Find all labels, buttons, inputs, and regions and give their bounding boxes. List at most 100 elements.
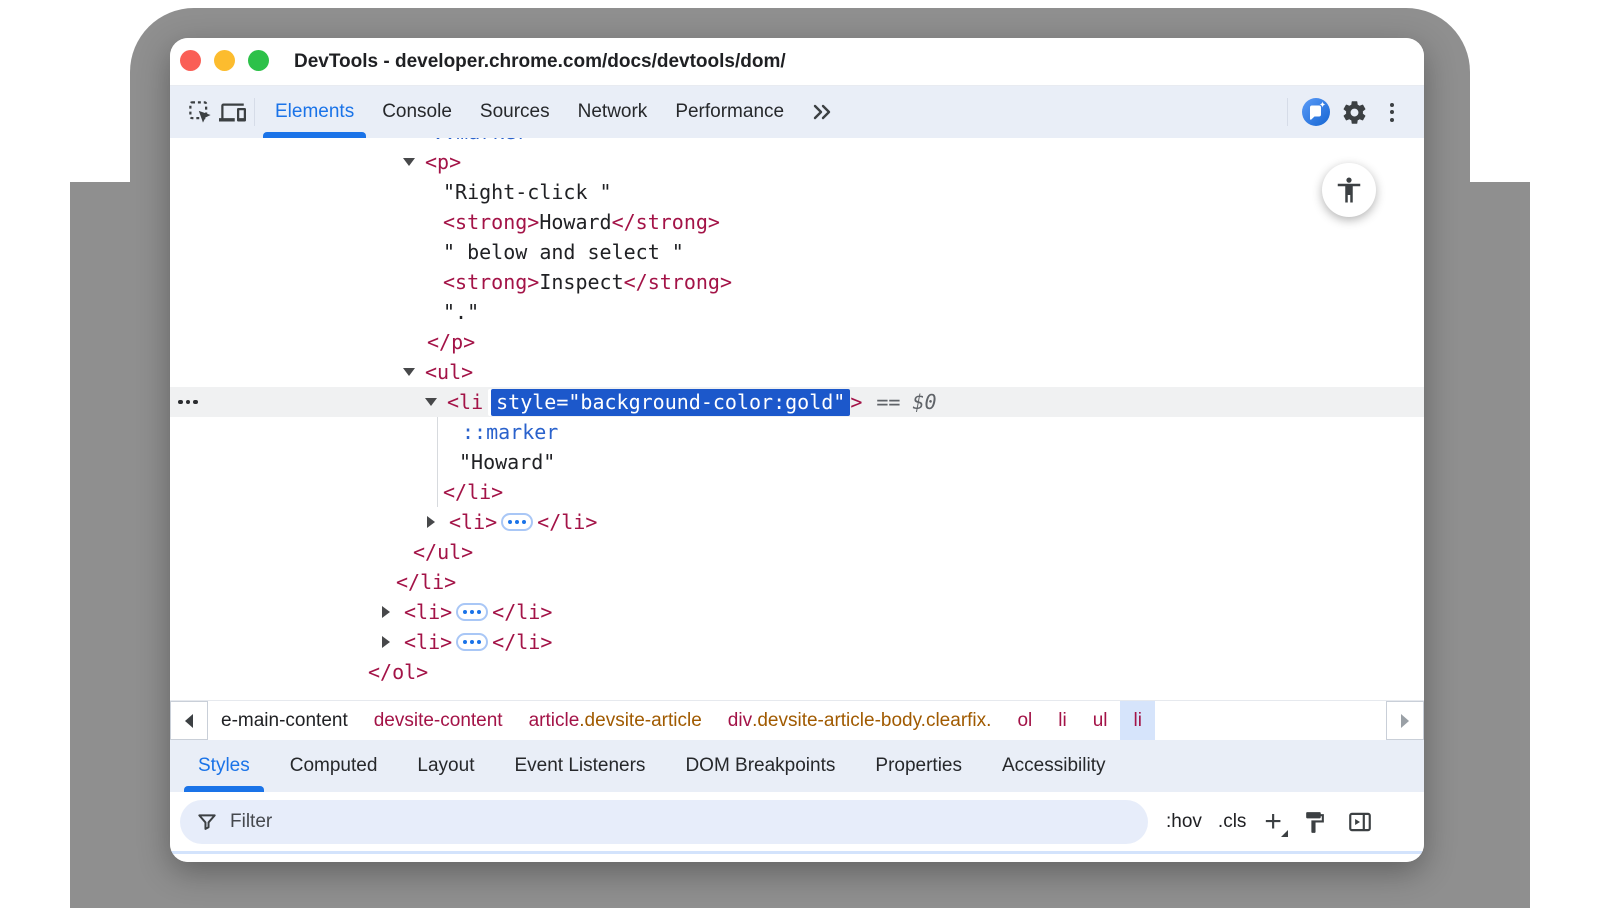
new-style-rule-plus-icon[interactable]: + (1264, 809, 1282, 835)
tag-token[interactable]: </strong> (624, 270, 732, 294)
dom-tree-row[interactable]: <strong>Inspect</strong> (170, 267, 1424, 297)
tag-token[interactable]: </strong> (612, 210, 720, 234)
devtools-toolbar: ElementsConsoleSourcesNetworkPerformance (170, 86, 1424, 138)
dom-tree-row[interactable]: "Howard" (170, 447, 1424, 477)
minimize-button[interactable] (214, 50, 235, 71)
format-paint-brush-icon[interactable] (1302, 810, 1327, 835)
twisty-collapsed-icon[interactable] (382, 636, 404, 648)
more-options-kebab-icon[interactable] (1376, 94, 1408, 130)
dom-tree-row[interactable]: </p> (170, 327, 1424, 357)
expand-children-ellipsis-button[interactable] (456, 603, 488, 621)
tag-token[interactable]: </p> (427, 330, 475, 354)
sidebar-tab-event-listeners[interactable]: Event Listeners (494, 740, 665, 792)
window-title: DevTools - developer.chrome.com/docs/dev… (294, 38, 786, 86)
tag-token[interactable]: <li> (404, 600, 452, 624)
breadcrumb-item[interactable]: li (1120, 701, 1154, 740)
filter-input[interactable] (230, 811, 1132, 833)
tab-console[interactable]: Console (368, 86, 466, 138)
tag-token[interactable]: <strong> (443, 270, 539, 294)
accessibility-person-icon (1334, 175, 1364, 205)
toggle-cls[interactable]: .cls (1218, 811, 1247, 833)
breadcrumb-item[interactable]: devsite-content (361, 701, 516, 740)
toggle-hov[interactable]: :hov (1166, 811, 1202, 833)
breadcrumb-item[interactable]: div.devsite-article-body.clearfix. (715, 701, 1005, 740)
dom-tree-row[interactable]: ::marker (170, 138, 1424, 147)
dom-tree-row[interactable]: </li> (170, 567, 1424, 597)
dom-tree-row[interactable]: </ul> (170, 537, 1424, 567)
twisty-collapsed-icon[interactable] (382, 606, 404, 618)
tag-token[interactable]: </li> (396, 570, 456, 594)
panel-tabs: ElementsConsoleSourcesNetworkPerformance (261, 86, 798, 138)
sidebar-tab-dom-breakpoints[interactable]: DOM Breakpoints (665, 740, 855, 792)
dom-tree-row[interactable]: ::marker (170, 417, 1424, 447)
pseudo-element-token[interactable]: ::marker (462, 420, 558, 444)
dom-tree-row[interactable]: </li> (170, 477, 1424, 507)
sidebar-tab-layout[interactable]: Layout (397, 740, 494, 792)
twisty-expanded-icon[interactable] (425, 398, 447, 406)
tag-token[interactable]: > (850, 390, 862, 414)
sidebar-pane-tabs: StylesComputedLayoutEvent ListenersDOM B… (170, 740, 1424, 792)
accessibility-fab-button[interactable] (1322, 163, 1376, 217)
close-button[interactable] (180, 50, 201, 71)
text-node-token: " below and select " (443, 240, 684, 264)
sidebar-tab-properties[interactable]: Properties (855, 740, 982, 792)
dom-tree-row[interactable]: <li> </li> (170, 627, 1424, 657)
tag-token[interactable]: <ul> (425, 360, 473, 384)
zoom-button[interactable] (248, 50, 269, 71)
sidebar-tab-computed[interactable]: Computed (270, 740, 398, 792)
dom-tree-row[interactable]: <listyle="background-color:gold">==$0 (170, 387, 1424, 417)
dom-tree-row[interactable]: </ol> (170, 657, 1424, 687)
more-panels-icon[interactable] (806, 94, 838, 130)
dom-tree-row[interactable]: "Right-click " (170, 177, 1424, 207)
ai-assistant-icon[interactable] (1300, 94, 1332, 130)
dom-tree-row[interactable]: <p> (170, 147, 1424, 177)
twisty-expanded-icon[interactable] (403, 368, 425, 376)
tag-token[interactable]: </li> (443, 480, 503, 504)
breadcrumb-item[interactable]: article.devsite-article (516, 701, 715, 740)
sidebar-tab-styles[interactable]: Styles (178, 740, 270, 792)
dom-tree-row[interactable]: <li> </li> (170, 597, 1424, 627)
settings-gear-icon[interactable] (1338, 94, 1370, 130)
devtools-window: DevTools - developer.chrome.com/docs/dev… (170, 38, 1424, 862)
breadcrumb-item[interactable]: e-main-content (208, 701, 361, 740)
tab-sources[interactable]: Sources (466, 86, 564, 138)
dom-tree-row[interactable]: " below and select " (170, 237, 1424, 267)
pseudo-element-token[interactable]: ::marker (432, 138, 528, 144)
dom-tree-row[interactable]: <li> </li> (170, 507, 1424, 537)
breadcrumb-part: div (728, 710, 752, 732)
breadcrumb-item[interactable]: ol (1004, 701, 1045, 740)
tab-elements[interactable]: Elements (261, 86, 368, 138)
expand-children-ellipsis-button[interactable] (501, 513, 533, 531)
toggle-device-toolbar-icon[interactable] (216, 94, 248, 130)
tag-token[interactable]: <strong> (443, 210, 539, 234)
breadcrumb-item[interactable]: ul (1080, 701, 1121, 740)
breadcrumb-part: li (1058, 710, 1066, 732)
dom-tree-row[interactable]: <strong>Howard</strong> (170, 207, 1424, 237)
node-options-dots-icon[interactable] (178, 387, 198, 417)
sidebar-tab-accessibility[interactable]: Accessibility (982, 740, 1125, 792)
tag-token[interactable]: <li> (404, 630, 452, 654)
breadcrumb-part: article (529, 710, 580, 732)
tag-token[interactable]: </li> (537, 510, 597, 534)
twisty-collapsed-icon[interactable] (427, 516, 449, 528)
toggle-sidebar-icon[interactable] (1347, 809, 1373, 835)
sidebar-tab-label: Properties (875, 755, 962, 777)
attribute-editor[interactable]: style="background-color:gold" (491, 389, 850, 416)
tab-network[interactable]: Network (564, 86, 662, 138)
tag-token[interactable]: <li> (449, 510, 497, 534)
breadcrumb-item[interactable]: li (1045, 701, 1079, 740)
expand-children-ellipsis-button[interactable] (456, 633, 488, 651)
breadcrumb-scroll-left-button[interactable] (170, 701, 208, 740)
tag-token[interactable]: </li> (492, 630, 552, 654)
dom-tree-row[interactable]: <ul> (170, 357, 1424, 387)
twisty-expanded-icon[interactable] (403, 158, 425, 166)
breadcrumb-scroll-right-button[interactable] (1386, 701, 1424, 740)
tab-performance[interactable]: Performance (661, 86, 798, 138)
tag-token[interactable]: <li (447, 390, 483, 414)
tag-token[interactable]: </ol> (368, 660, 428, 684)
tag-token[interactable]: </li> (492, 600, 552, 624)
tag-token[interactable]: <p> (425, 150, 461, 174)
tag-token[interactable]: </ul> (413, 540, 473, 564)
dom-tree-row[interactable]: "." (170, 297, 1424, 327)
inspect-element-icon[interactable] (184, 94, 216, 130)
